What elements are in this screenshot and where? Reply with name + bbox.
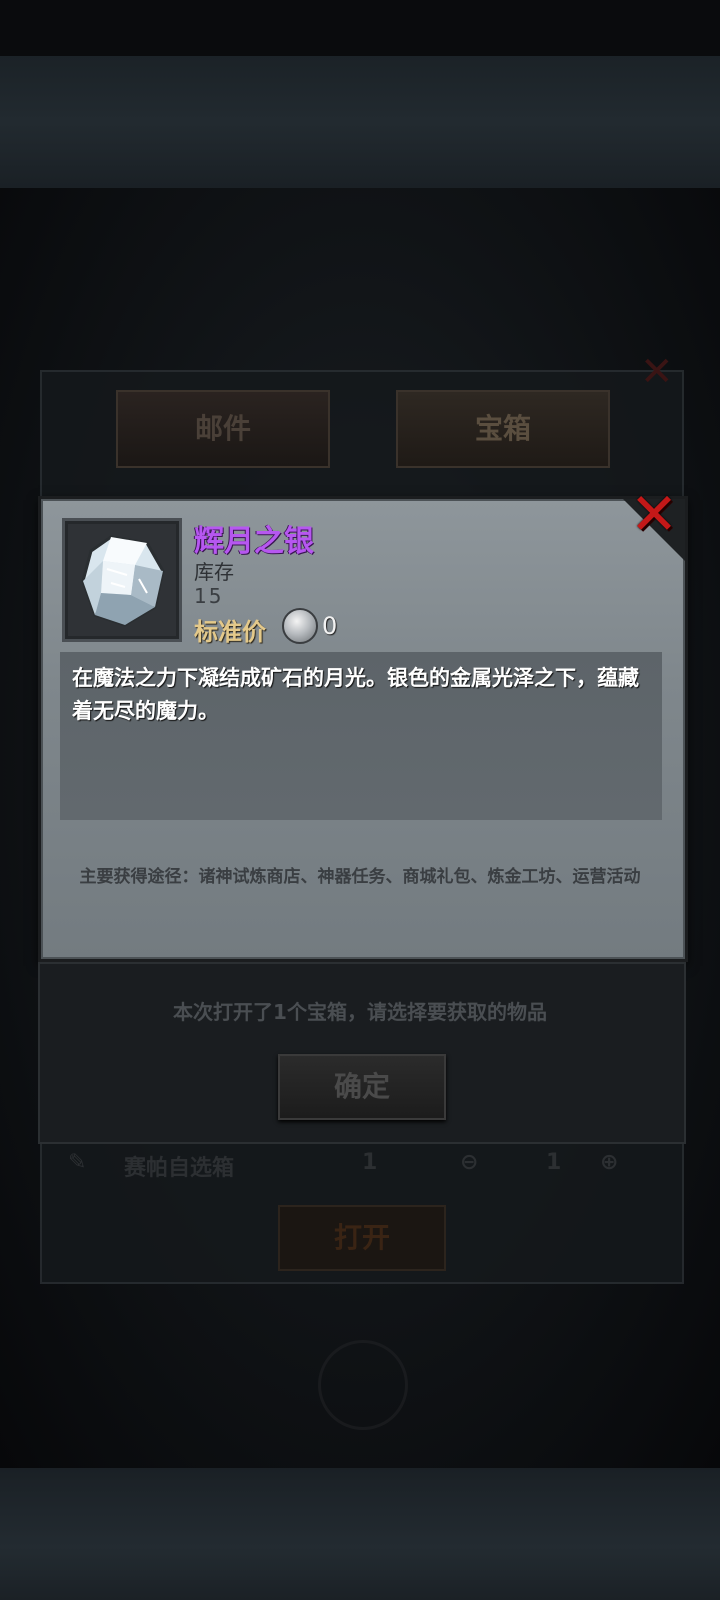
- tab-chest: 宝箱: [396, 390, 610, 468]
- chest-row-qty: 1: [546, 1150, 562, 1175]
- chest-row-name: 赛帕自选箱: [124, 1156, 235, 1181]
- silver-coin-icon: [282, 608, 318, 644]
- top-band: [0, 56, 720, 188]
- background-circle-icon: [318, 1340, 408, 1430]
- background-open-button: 打开: [278, 1205, 446, 1271]
- plus-icon: ⊕: [600, 1150, 619, 1175]
- price-value: 0: [322, 612, 338, 640]
- minus-icon: ⊖: [460, 1150, 479, 1175]
- item-name: 辉月之银: [194, 524, 314, 559]
- item-source: 主要获得途径：诸神试炼商店、神器任务、商城礼包、炼金工坊、运营活动: [79, 867, 641, 887]
- item-description: 在魔法之力下凝结成矿石的月光。银色的金属光泽之下，蕴藏着无尽的魔力。: [72, 666, 639, 723]
- price-label: 标准价: [194, 618, 266, 646]
- background-close-icon: ✕: [640, 349, 674, 395]
- close-button[interactable]: ✕: [628, 485, 680, 543]
- bottom-band: [0, 1468, 720, 1600]
- tab-mail: 邮件: [116, 390, 330, 468]
- confirm-message: 本次打开了1个宝箱，请选择要获取的物品: [173, 1000, 547, 1024]
- stock-label: 库存: [194, 560, 234, 584]
- background-chest-row: ✎ 赛帕自选箱 1 ⊖ 1 ⊕: [60, 1150, 660, 1200]
- stock-value: 15: [194, 584, 224, 608]
- quill-icon: ✎: [68, 1150, 87, 1175]
- confirm-button[interactable]: 确定: [278, 1054, 446, 1120]
- chest-row-count: 1: [362, 1150, 378, 1175]
- item-icon-frame: [62, 518, 182, 642]
- silver-ore-icon: [81, 535, 165, 627]
